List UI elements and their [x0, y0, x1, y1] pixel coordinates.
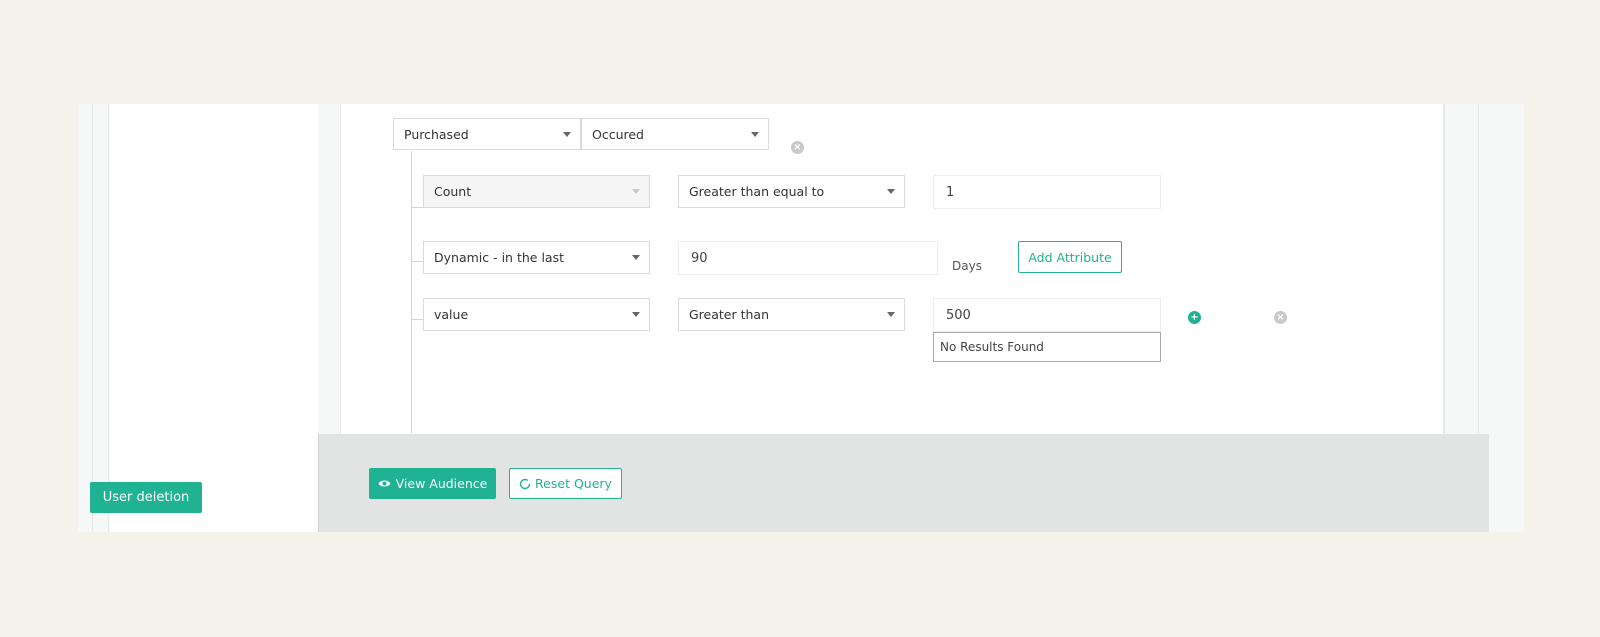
plus-circle-icon[interactable]: + [1188, 311, 1201, 324]
attribute-select[interactable]: value [423, 298, 650, 331]
refresh-icon [519, 478, 531, 490]
event-select-value: Purchased [404, 126, 469, 142]
time-range-select-value: Dynamic - in the last [434, 250, 564, 265]
autocomplete-result: No Results Found [933, 332, 1161, 362]
operator-select[interactable]: Greater than equal to [678, 175, 905, 208]
reset-query-label: Reset Query [535, 476, 612, 491]
chevron-down-icon [632, 189, 640, 194]
attribute-select-value: Count [434, 184, 472, 199]
tree-connector [411, 261, 423, 262]
condition-select[interactable]: Occured [581, 118, 769, 150]
user-deletion-button[interactable]: User deletion [90, 482, 202, 513]
close-circle-icon[interactable]: × [1274, 311, 1287, 324]
operator-select-value: Greater than [689, 307, 770, 322]
value-input[interactable]: 500 [933, 298, 1161, 332]
value-input-text: 500 [946, 307, 971, 323]
days-input[interactable]: 90 [678, 241, 938, 275]
chevron-down-icon [887, 312, 895, 317]
value-input-text: 1 [946, 184, 955, 200]
operator-select[interactable]: Greater than [678, 298, 905, 331]
tree-connector [411, 207, 423, 208]
sidebar [110, 104, 318, 532]
attribute-select[interactable]: Count [423, 175, 650, 208]
time-range-select[interactable]: Dynamic - in the last [423, 241, 650, 274]
tree-connector [411, 151, 412, 433]
chevron-down-icon [632, 312, 640, 317]
add-attribute-button[interactable]: Add Attribute [1018, 241, 1122, 273]
view-audience-label: View Audience [395, 476, 488, 491]
days-input-text: 90 [691, 250, 708, 266]
event-select[interactable]: Purchased [393, 118, 581, 150]
divider [108, 104, 109, 532]
close-circle-icon[interactable]: × [791, 141, 804, 154]
value-input[interactable]: 1 [933, 175, 1161, 209]
operator-select-value: Greater than equal to [689, 184, 825, 199]
divider [92, 104, 93, 532]
eye-icon [378, 479, 391, 488]
reset-query-button[interactable]: Reset Query [509, 468, 622, 499]
days-label: Days [952, 259, 982, 273]
condition-select-value: Occured [592, 126, 644, 142]
tree-connector [411, 319, 423, 320]
attribute-select-value: value [434, 307, 469, 322]
chevron-down-icon [887, 189, 895, 194]
chevron-down-icon [632, 255, 640, 260]
view-audience-button[interactable]: View Audience [369, 468, 496, 499]
chevron-down-icon [751, 132, 759, 137]
chevron-down-icon [563, 132, 571, 137]
